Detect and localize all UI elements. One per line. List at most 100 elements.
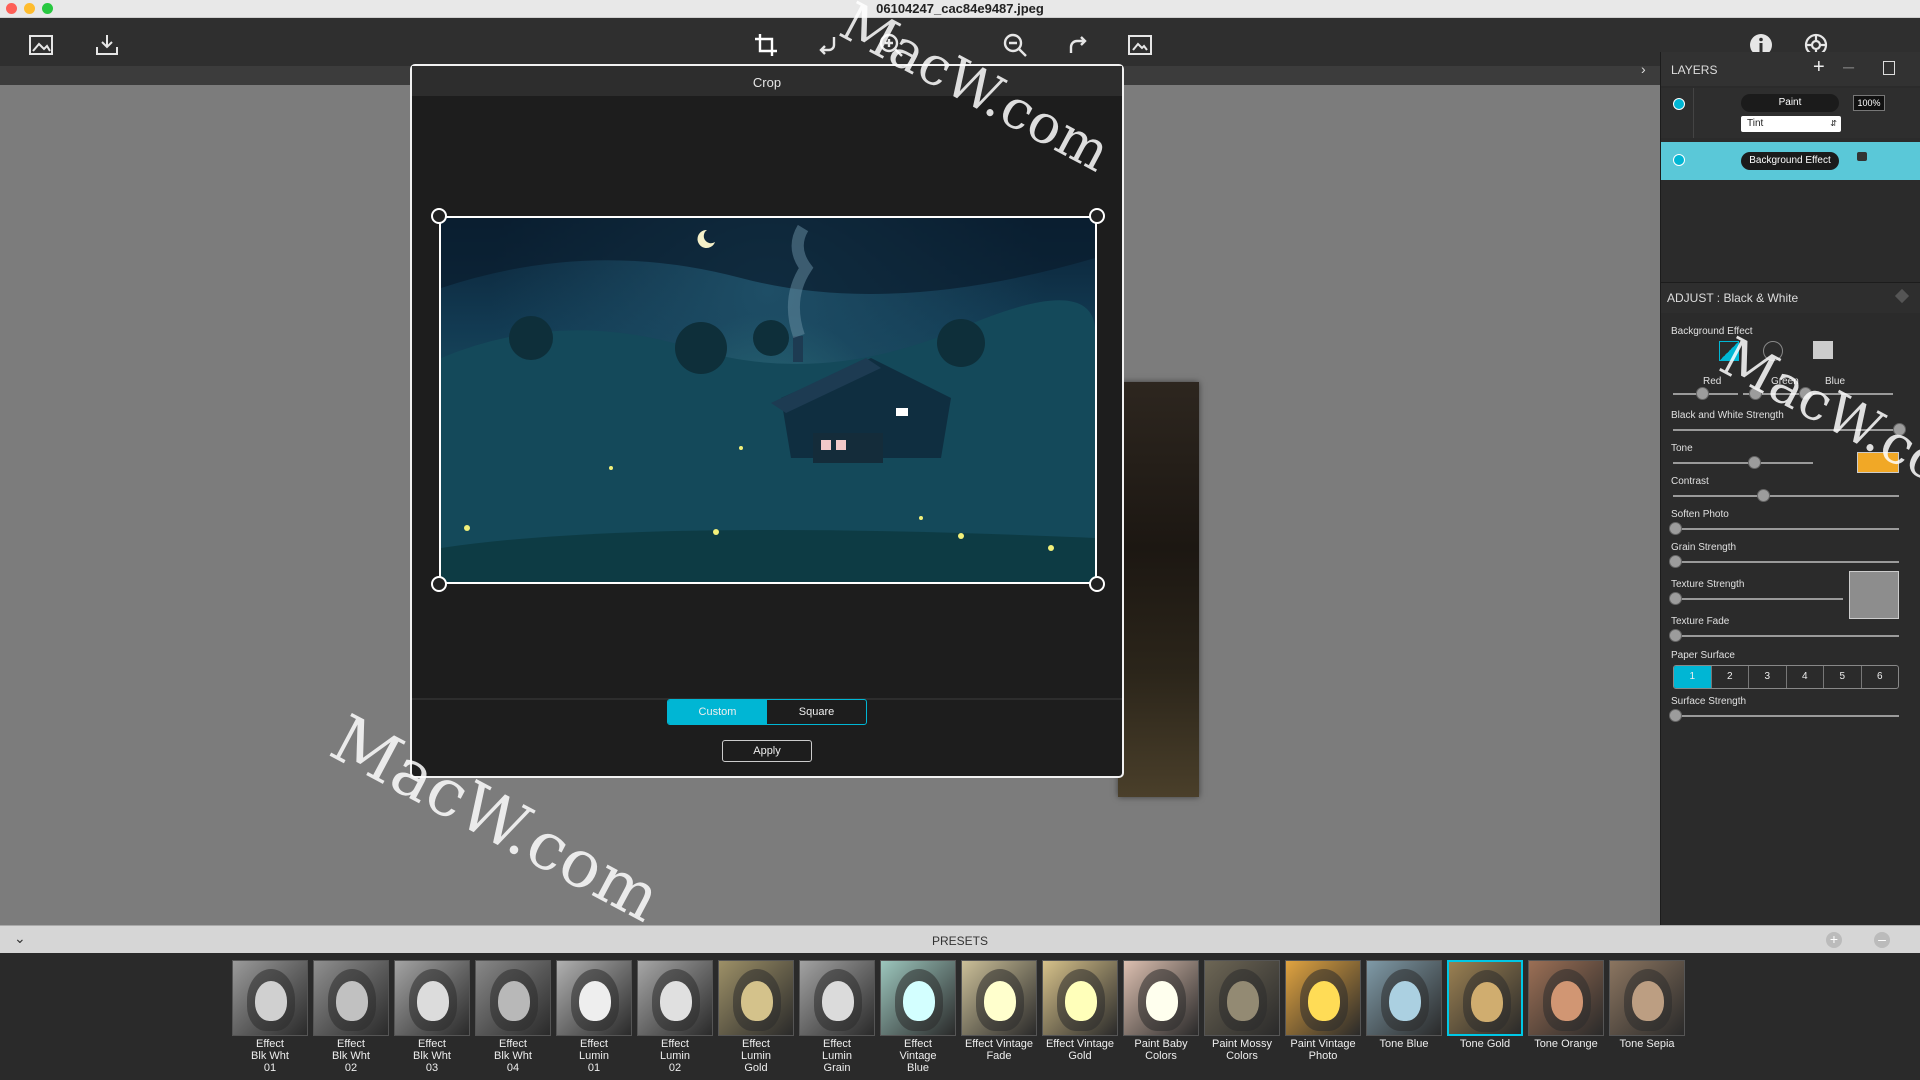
preset-label: Effect Blk Wht 02 bbox=[332, 1038, 370, 1074]
texture-fade-track bbox=[1673, 635, 1899, 637]
reset-icon[interactable] bbox=[1894, 288, 1910, 304]
layer-visibility-toggle[interactable] bbox=[1673, 154, 1685, 166]
preset-label: Paint Baby Colors bbox=[1134, 1038, 1188, 1062]
preset-item[interactable]: Effect Blk Wht 03 bbox=[394, 960, 470, 1074]
preset-item[interactable]: Effect Vintage Blue bbox=[880, 960, 956, 1074]
texture-swatch[interactable] bbox=[1849, 571, 1899, 619]
preset-thumbnail bbox=[1447, 960, 1523, 1036]
lock-icon[interactable] bbox=[1857, 152, 1867, 161]
red-slider[interactable] bbox=[1696, 387, 1709, 400]
preset-label: Paint Mossy Colors bbox=[1212, 1038, 1272, 1062]
crop-handle-top-right[interactable] bbox=[1089, 208, 1105, 224]
remove-preset-icon[interactable]: – bbox=[1874, 932, 1890, 948]
layer-name[interactable]: Paint bbox=[1741, 94, 1839, 112]
contrast-label: Contrast bbox=[1671, 476, 1709, 487]
layer-background-effect[interactable]: Background Effect bbox=[1661, 142, 1920, 180]
texture-fade-slider[interactable] bbox=[1669, 629, 1682, 642]
ratio-custom-button[interactable]: Custom bbox=[668, 700, 767, 724]
preset-item[interactable]: Effect Lumin 01 bbox=[556, 960, 632, 1074]
preset-item[interactable]: Effect Blk Wht 04 bbox=[475, 960, 551, 1074]
crop-preview-image[interactable] bbox=[439, 216, 1097, 584]
title-bar: 06104247_cac84e9487.jpeg bbox=[0, 0, 1920, 18]
preset-item[interactable]: Paint Vintage Photo bbox=[1285, 960, 1361, 1062]
grain-track bbox=[1673, 561, 1899, 563]
layer-visibility-toggle[interactable] bbox=[1673, 98, 1685, 110]
portrait-face bbox=[660, 981, 692, 1021]
preset-label: Effect Blk Wht 04 bbox=[494, 1038, 532, 1074]
preset-item[interactable]: Tone Sepia bbox=[1609, 960, 1685, 1050]
portrait-face bbox=[1065, 981, 1097, 1021]
grain-label: Grain Strength bbox=[1671, 542, 1737, 553]
open-image-icon[interactable] bbox=[24, 28, 58, 62]
preset-item[interactable]: Effect Blk Wht 02 bbox=[313, 960, 389, 1074]
paper-option[interactable]: 3 bbox=[1749, 666, 1787, 688]
portrait-face bbox=[1632, 981, 1664, 1021]
preset-item[interactable]: Tone Gold bbox=[1447, 960, 1523, 1050]
crop-handle-bottom-right[interactable] bbox=[1089, 576, 1105, 592]
preset-label: Effect Lumin 01 bbox=[579, 1038, 609, 1074]
add-layer-icon[interactable]: + bbox=[1813, 56, 1825, 79]
preset-item[interactable]: Paint Mossy Colors bbox=[1204, 960, 1280, 1062]
crop-icon[interactable] bbox=[749, 28, 783, 62]
paper-option[interactable]: 2 bbox=[1712, 666, 1749, 688]
add-preset-icon[interactable]: + bbox=[1826, 932, 1842, 948]
crop-dialog: Crop Custom Square Apply bbox=[410, 64, 1124, 778]
preset-label: Effect Vintage Gold bbox=[1045, 1038, 1115, 1062]
paper-surface-label: Paper Surface bbox=[1671, 650, 1735, 661]
layer-name[interactable]: Background Effect bbox=[1741, 152, 1839, 170]
redo-icon[interactable] bbox=[1060, 28, 1094, 62]
preset-item[interactable]: Effect Vintage Gold bbox=[1042, 960, 1118, 1062]
blend-mode-value: Tint bbox=[1747, 118, 1764, 129]
preset-item[interactable]: Tone Blue bbox=[1366, 960, 1442, 1050]
paper-option[interactable]: 1 bbox=[1674, 666, 1712, 688]
surface-strength-track bbox=[1673, 715, 1899, 717]
soften-slider[interactable] bbox=[1669, 522, 1682, 535]
preset-item[interactable]: Effect Lumin Gold bbox=[718, 960, 794, 1074]
preset-thumbnail bbox=[1285, 960, 1361, 1036]
collapse-panel-icon[interactable]: › bbox=[1641, 61, 1646, 77]
remove-layer-icon[interactable]: – bbox=[1843, 56, 1854, 79]
compare-icon[interactable] bbox=[1123, 28, 1157, 62]
paper-option[interactable]: 4 bbox=[1787, 666, 1824, 688]
texture-strength-slider[interactable] bbox=[1669, 592, 1682, 605]
preset-thumbnail bbox=[232, 960, 308, 1036]
presets-header: ⌄ PRESETS + – bbox=[0, 925, 1920, 954]
apply-button[interactable]: Apply bbox=[722, 740, 812, 762]
export-icon[interactable] bbox=[90, 28, 124, 62]
layer-paint[interactable]: Paint 100% Tint ⇵ bbox=[1661, 88, 1920, 138]
preset-item[interactable]: Effect Blk Wht 01 bbox=[232, 960, 308, 1074]
preset-item[interactable]: Effect Vintage Fade bbox=[961, 960, 1037, 1062]
contrast-slider[interactable] bbox=[1757, 489, 1770, 502]
portrait-face bbox=[255, 981, 287, 1021]
preset-thumbnail bbox=[556, 960, 632, 1036]
preset-item[interactable]: Paint Baby Colors bbox=[1123, 960, 1199, 1062]
tone-track bbox=[1673, 462, 1813, 464]
surface-strength-slider[interactable] bbox=[1669, 709, 1682, 722]
crop-handle-top-left[interactable] bbox=[431, 208, 447, 224]
crop-handle-bottom-left[interactable] bbox=[431, 576, 447, 592]
preset-item[interactable]: Effect Lumin Grain bbox=[799, 960, 875, 1074]
contrast-track bbox=[1673, 495, 1899, 497]
ratio-square-button[interactable]: Square bbox=[767, 700, 866, 724]
tone-slider[interactable] bbox=[1748, 456, 1761, 469]
preset-thumbnail bbox=[799, 960, 875, 1036]
paper-option[interactable]: 5 bbox=[1824, 666, 1862, 688]
preset-label: Effect Vintage Blue bbox=[899, 1038, 937, 1074]
presets-strip: Effect Blk Wht 01 Effect Blk Wht 02 Effect… bbox=[0, 953, 1920, 1080]
preset-label: Tone Blue bbox=[1379, 1038, 1429, 1050]
portrait-face bbox=[1471, 982, 1503, 1022]
portrait-face bbox=[1146, 981, 1178, 1021]
preset-item[interactable]: Effect Lumin 02 bbox=[637, 960, 713, 1074]
preset-item[interactable]: Tone Orange bbox=[1528, 960, 1604, 1050]
layer-opacity[interactable]: 100% bbox=[1853, 95, 1885, 111]
preset-thumbnail bbox=[880, 960, 956, 1036]
paper-option[interactable]: 6 bbox=[1862, 666, 1899, 688]
layer-blend-mode-select[interactable]: Tint ⇵ bbox=[1741, 116, 1841, 132]
zoom-out-icon[interactable] bbox=[998, 28, 1032, 62]
grain-slider[interactable] bbox=[1669, 555, 1682, 568]
mode-frame-icon[interactable] bbox=[1813, 341, 1833, 359]
bw-strength-label: Black and White Strength bbox=[1671, 410, 1784, 421]
preset-thumbnail bbox=[637, 960, 713, 1036]
duplicate-layer-icon[interactable] bbox=[1883, 61, 1895, 75]
portrait-face bbox=[1308, 981, 1340, 1021]
